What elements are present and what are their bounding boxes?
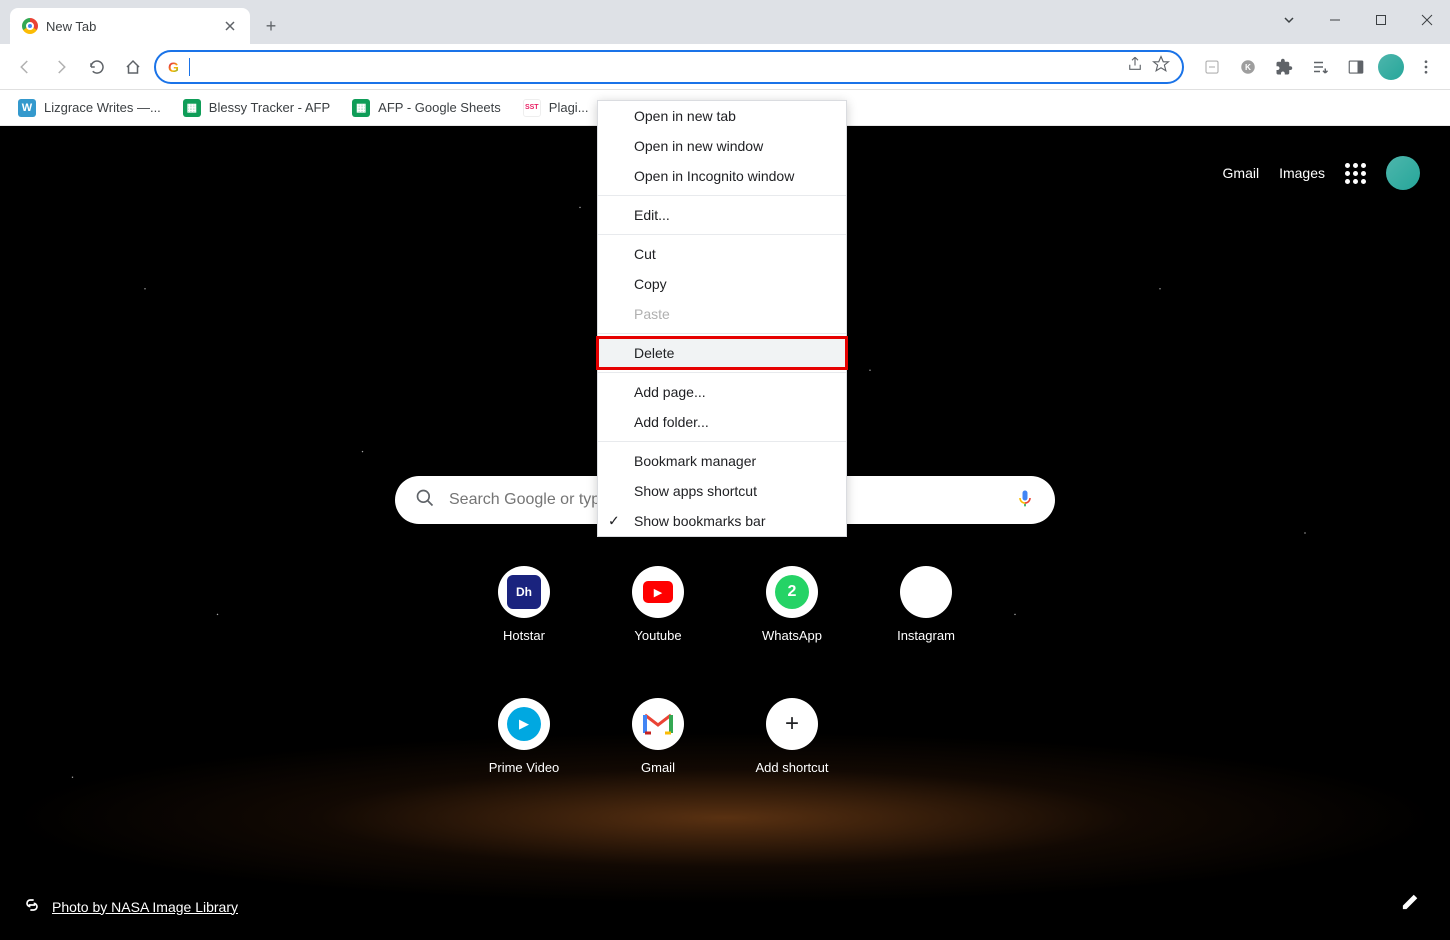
menu-cut[interactable]: Cut bbox=[598, 239, 846, 269]
close-window-button[interactable] bbox=[1404, 0, 1450, 40]
shortcut-hotstar[interactable]: Dh Hotstar bbox=[498, 566, 550, 686]
search-icon bbox=[415, 488, 435, 513]
extension-k-icon[interactable]: K bbox=[1234, 53, 1262, 81]
extension-app-icon[interactable] bbox=[1198, 53, 1226, 81]
browser-tab[interactable]: New Tab bbox=[10, 8, 250, 44]
text-cursor bbox=[189, 58, 190, 76]
shortcut-whatsapp[interactable]: 2 WhatsApp bbox=[762, 566, 822, 686]
shortcut-label: Instagram bbox=[897, 628, 955, 643]
shortcut-youtube[interactable]: ▶ Youtube bbox=[632, 566, 684, 686]
menu-delete[interactable]: Delete bbox=[598, 338, 846, 368]
menu-add-page[interactable]: Add page... bbox=[598, 377, 846, 407]
images-link[interactable]: Images bbox=[1279, 165, 1325, 181]
reading-list-icon[interactable] bbox=[1306, 53, 1334, 81]
ntp-topbar: Gmail Images bbox=[1223, 156, 1420, 190]
credit-link[interactable]: Photo by NASA Image Library bbox=[52, 899, 238, 915]
shortcut-instagram[interactable]: ◎ Instagram bbox=[897, 566, 955, 686]
account-avatar[interactable] bbox=[1386, 156, 1420, 190]
titlebar: New Tab + bbox=[0, 0, 1450, 44]
check-icon: ✓ bbox=[608, 513, 620, 530]
sst-icon: SST bbox=[523, 99, 541, 117]
google-apps-icon[interactable] bbox=[1345, 163, 1366, 184]
svg-text:K: K bbox=[1245, 63, 1251, 72]
shortcut-label: Gmail bbox=[641, 760, 675, 775]
customize-button[interactable] bbox=[1392, 884, 1428, 920]
menu-edit[interactable]: Edit... bbox=[598, 200, 846, 230]
new-tab-button[interactable]: + bbox=[256, 11, 286, 41]
bookmark-item[interactable]: W Lizgrace Writes —... bbox=[18, 99, 161, 117]
menu-separator bbox=[598, 195, 846, 196]
menu-separator bbox=[598, 441, 846, 442]
window-controls bbox=[1266, 0, 1450, 40]
shortcut-label: Hotstar bbox=[503, 628, 545, 643]
back-button[interactable] bbox=[10, 52, 40, 82]
menu-open-new-tab[interactable]: Open in new tab bbox=[598, 101, 846, 131]
context-menu: Open in new tab Open in new window Open … bbox=[597, 100, 847, 537]
tab-title: New Tab bbox=[46, 19, 96, 34]
google-icon: G bbox=[168, 59, 179, 75]
menu-show-bookmarks-bar[interactable]: ✓ Show bookmarks bar bbox=[598, 506, 846, 536]
bookmark-label: Lizgrace Writes —... bbox=[44, 100, 161, 115]
bookmark-item[interactable]: SST Plagi... bbox=[523, 99, 589, 117]
bookmark-star-icon[interactable] bbox=[1152, 55, 1170, 78]
bookmark-label: Plagi... bbox=[549, 100, 589, 115]
side-panel-icon[interactable] bbox=[1342, 53, 1370, 81]
menu-separator bbox=[598, 333, 846, 334]
add-shortcut-button[interactable]: + Add shortcut bbox=[756, 698, 829, 818]
shortcut-label: Youtube bbox=[634, 628, 681, 643]
sheets-icon: ▦ bbox=[183, 99, 201, 117]
menu-open-incognito[interactable]: Open in Incognito window bbox=[598, 161, 846, 191]
chevron-down-icon[interactable] bbox=[1266, 0, 1312, 40]
shortcut-label: WhatsApp bbox=[762, 628, 822, 643]
bookmark-label: AFP - Google Sheets bbox=[378, 100, 501, 115]
menu-separator bbox=[598, 234, 846, 235]
menu-paste: Paste bbox=[598, 299, 846, 329]
gmail-link[interactable]: Gmail bbox=[1223, 165, 1260, 181]
reload-button[interactable] bbox=[82, 52, 112, 82]
background-credit: Photo by NASA Image Library bbox=[22, 895, 238, 918]
close-tab-button[interactable] bbox=[222, 18, 238, 34]
chrome-menu-button[interactable] bbox=[1412, 53, 1440, 81]
forward-button[interactable] bbox=[46, 52, 76, 82]
share-icon[interactable] bbox=[1126, 55, 1144, 78]
bookmark-label: Blessy Tracker - AFP bbox=[209, 100, 330, 115]
bookmark-item[interactable]: ▦ Blessy Tracker - AFP bbox=[183, 99, 330, 117]
url-input[interactable] bbox=[200, 59, 1116, 75]
extensions-icon[interactable] bbox=[1270, 53, 1298, 81]
shortcut-gmail[interactable]: Gmail bbox=[632, 698, 684, 818]
minimize-button[interactable] bbox=[1312, 0, 1358, 40]
menu-bookmark-manager[interactable]: Bookmark manager bbox=[598, 446, 846, 476]
omnibox[interactable]: G bbox=[154, 50, 1184, 84]
sheets-icon: ▦ bbox=[352, 99, 370, 117]
shortcuts-grid: Dh Hotstar ▶ Youtube 2 WhatsApp ◎ Instag… bbox=[457, 566, 993, 818]
menu-copy[interactable]: Copy bbox=[598, 269, 846, 299]
bookmark-item[interactable]: ▦ AFP - Google Sheets bbox=[352, 99, 501, 117]
menu-add-folder[interactable]: Add folder... bbox=[598, 407, 846, 437]
home-button[interactable] bbox=[118, 52, 148, 82]
menu-show-apps[interactable]: Show apps shortcut bbox=[598, 476, 846, 506]
shortcut-label: Prime Video bbox=[489, 760, 560, 775]
toolbar: G K bbox=[0, 44, 1450, 90]
shortcut-label: Add shortcut bbox=[756, 760, 829, 775]
profile-avatar[interactable] bbox=[1378, 54, 1404, 80]
menu-open-new-window[interactable]: Open in new window bbox=[598, 131, 846, 161]
maximize-button[interactable] bbox=[1358, 0, 1404, 40]
link-icon bbox=[22, 895, 42, 918]
shortcut-prime-video[interactable]: ▶ Prime Video bbox=[489, 698, 560, 818]
wordpress-icon: W bbox=[18, 99, 36, 117]
menu-separator bbox=[598, 372, 846, 373]
chrome-icon bbox=[22, 18, 38, 34]
voice-search-icon[interactable] bbox=[1015, 488, 1035, 513]
